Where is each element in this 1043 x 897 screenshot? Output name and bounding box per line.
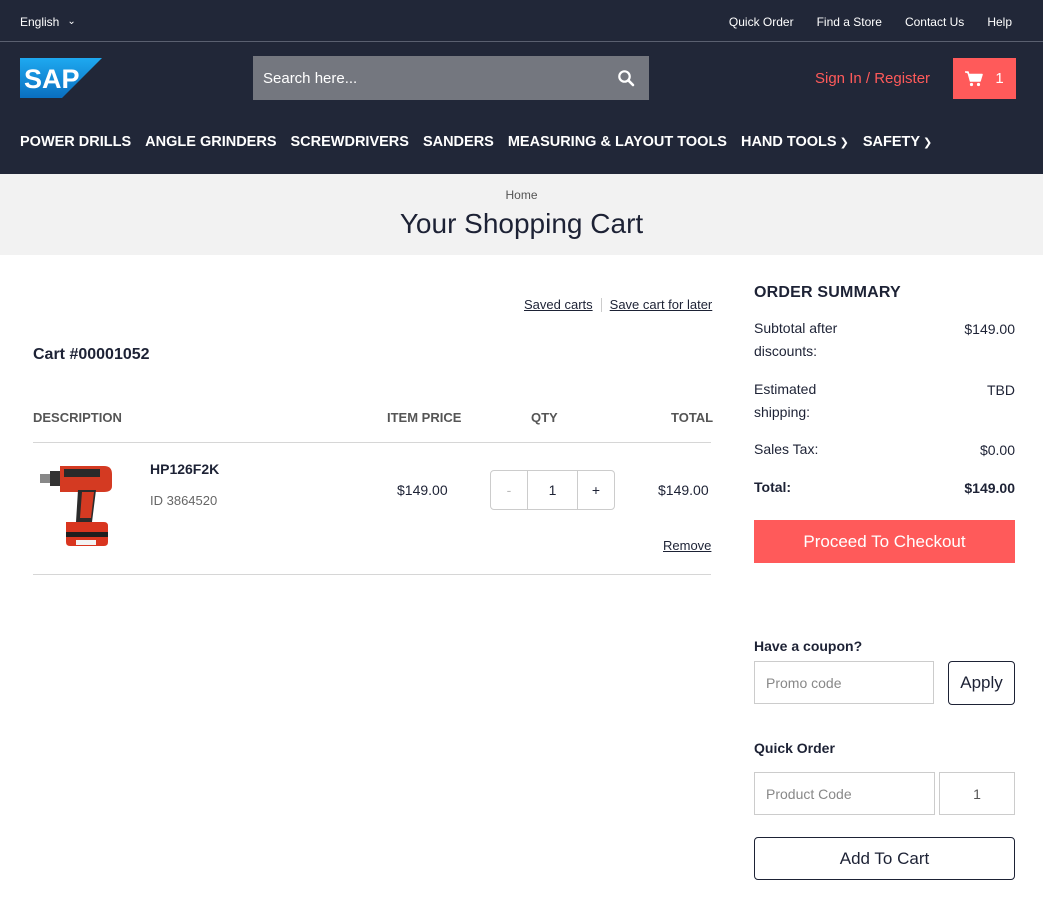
divider — [33, 574, 711, 575]
cart-count: 1 — [995, 70, 1004, 87]
saved-carts-link[interactable]: Saved carts — [524, 297, 593, 312]
find-store-link[interactable]: Find a Store — [817, 15, 882, 29]
language-label: English — [20, 15, 60, 29]
utility-bar: English ⌄ Quick Order Find a Store Contac… — [0, 0, 1043, 42]
line-total: $149.00 — [658, 482, 709, 498]
quantity-stepper: - 1 + — [490, 470, 615, 510]
nav-sanders[interactable]: SANDERS — [423, 134, 494, 150]
add-to-cart-button[interactable]: Add To Cart — [754, 837, 1015, 880]
quick-order-title: Quick Order — [754, 740, 835, 756]
search-icon[interactable] — [617, 69, 635, 87]
proceed-to-checkout-button[interactable]: Proceed To Checkout — [754, 520, 1015, 563]
utility-links: Quick Order Find a Store Contact Us Help — [729, 15, 1012, 29]
nav-angle-grinders[interactable]: ANGLE GRINDERS — [145, 134, 276, 150]
help-link[interactable]: Help — [987, 15, 1012, 29]
contact-us-link[interactable]: Contact Us — [905, 15, 964, 29]
chevron-down-icon: ⌄ — [67, 16, 76, 27]
breadcrumb[interactable]: Home — [0, 188, 1043, 202]
total-value: $149.00 — [964, 480, 1015, 496]
remove-item-link[interactable]: Remove — [663, 538, 711, 553]
save-cart-later-link[interactable]: Save cart for later — [610, 297, 713, 312]
shipping-label: Estimated shipping: — [754, 381, 817, 420]
nav-screwdrivers[interactable]: SCREWDRIVERS — [291, 134, 409, 150]
drill-icon[interactable] — [38, 460, 120, 552]
tax-label: Sales Tax: — [754, 441, 819, 457]
nav-power-drills[interactable]: POWER DRILLS — [20, 134, 131, 150]
divider — [600, 297, 602, 312]
product-name[interactable]: HP126F2K — [150, 461, 219, 477]
subtotal-label: Subtotal after discounts: — [754, 320, 838, 359]
cart-icon — [965, 70, 984, 86]
divider — [33, 442, 711, 443]
nav-hand-tools-label: HAND TOOLS — [740, 134, 837, 150]
breadcrumb-home[interactable]: Home — [505, 188, 537, 202]
chevron-down-icon: ❯ — [923, 137, 933, 149]
cart-actions: Saved carts Save cart for later — [524, 297, 712, 312]
nav-hand-tools[interactable]: HAND TOOLS ❯ — [741, 134, 849, 150]
language-selector[interactable]: English ⌄ — [20, 15, 76, 29]
col-qty: QTY — [531, 410, 558, 425]
total-label: Total: — [754, 479, 792, 495]
nav-measuring-tools[interactable]: MEASURING & LAYOUT TOOLS — [508, 134, 727, 150]
page-title: Your Shopping Cart — [399, 208, 644, 239]
search-input[interactable] — [253, 56, 603, 100]
promo-code-input[interactable] — [754, 661, 934, 704]
shipping-value: TBD — [987, 382, 1015, 398]
quick-order-link[interactable]: Quick Order — [729, 15, 794, 29]
product-code-input[interactable] — [754, 772, 935, 815]
subtotal-value: $149.00 — [964, 321, 1015, 337]
sap-logo[interactable]: SAP — [20, 58, 102, 98]
logo-text: SAP — [24, 64, 80, 94]
nav-safety-label: SAFETY — [862, 134, 921, 150]
category-nav: POWER DRILLS ANGLE GRINDERS SCREWDRIVERS… — [20, 134, 932, 150]
chevron-down-icon: ❯ — [839, 137, 849, 149]
col-description: DESCRIPTION — [33, 410, 122, 425]
search-box — [253, 56, 649, 100]
page-title-band: Home Your Shopping Cart — [0, 174, 1043, 255]
nav-safety[interactable]: SAFETY ❯ — [863, 134, 932, 150]
decrease-qty-button[interactable]: - — [491, 471, 528, 509]
mini-cart-button[interactable]: 1 — [953, 58, 1016, 99]
apply-coupon-button[interactable]: Apply — [948, 661, 1015, 705]
increase-qty-button[interactable]: + — [577, 471, 614, 509]
coupon-title: Have a coupon? — [754, 638, 863, 654]
tax-value: $0.00 — [979, 442, 1015, 458]
sign-in-link[interactable]: Sign In / Register — [815, 70, 930, 87]
cart-id: Cart #00001052 — [33, 346, 150, 363]
product-id: ID 3864520 — [150, 493, 218, 508]
quick-order-qty-input[interactable]: 1 — [939, 772, 1015, 815]
col-total: TOTAL — [671, 410, 714, 425]
site-header: SAP Sign In / Register 1 POWER DRILLS AN… — [0, 42, 1043, 174]
col-item-price: ITEM PRICE — [387, 410, 462, 425]
item-price: $149.00 — [397, 482, 448, 498]
order-summary-title: ORDER SUMMARY — [754, 284, 901, 301]
quantity-input[interactable]: 1 — [528, 471, 577, 509]
